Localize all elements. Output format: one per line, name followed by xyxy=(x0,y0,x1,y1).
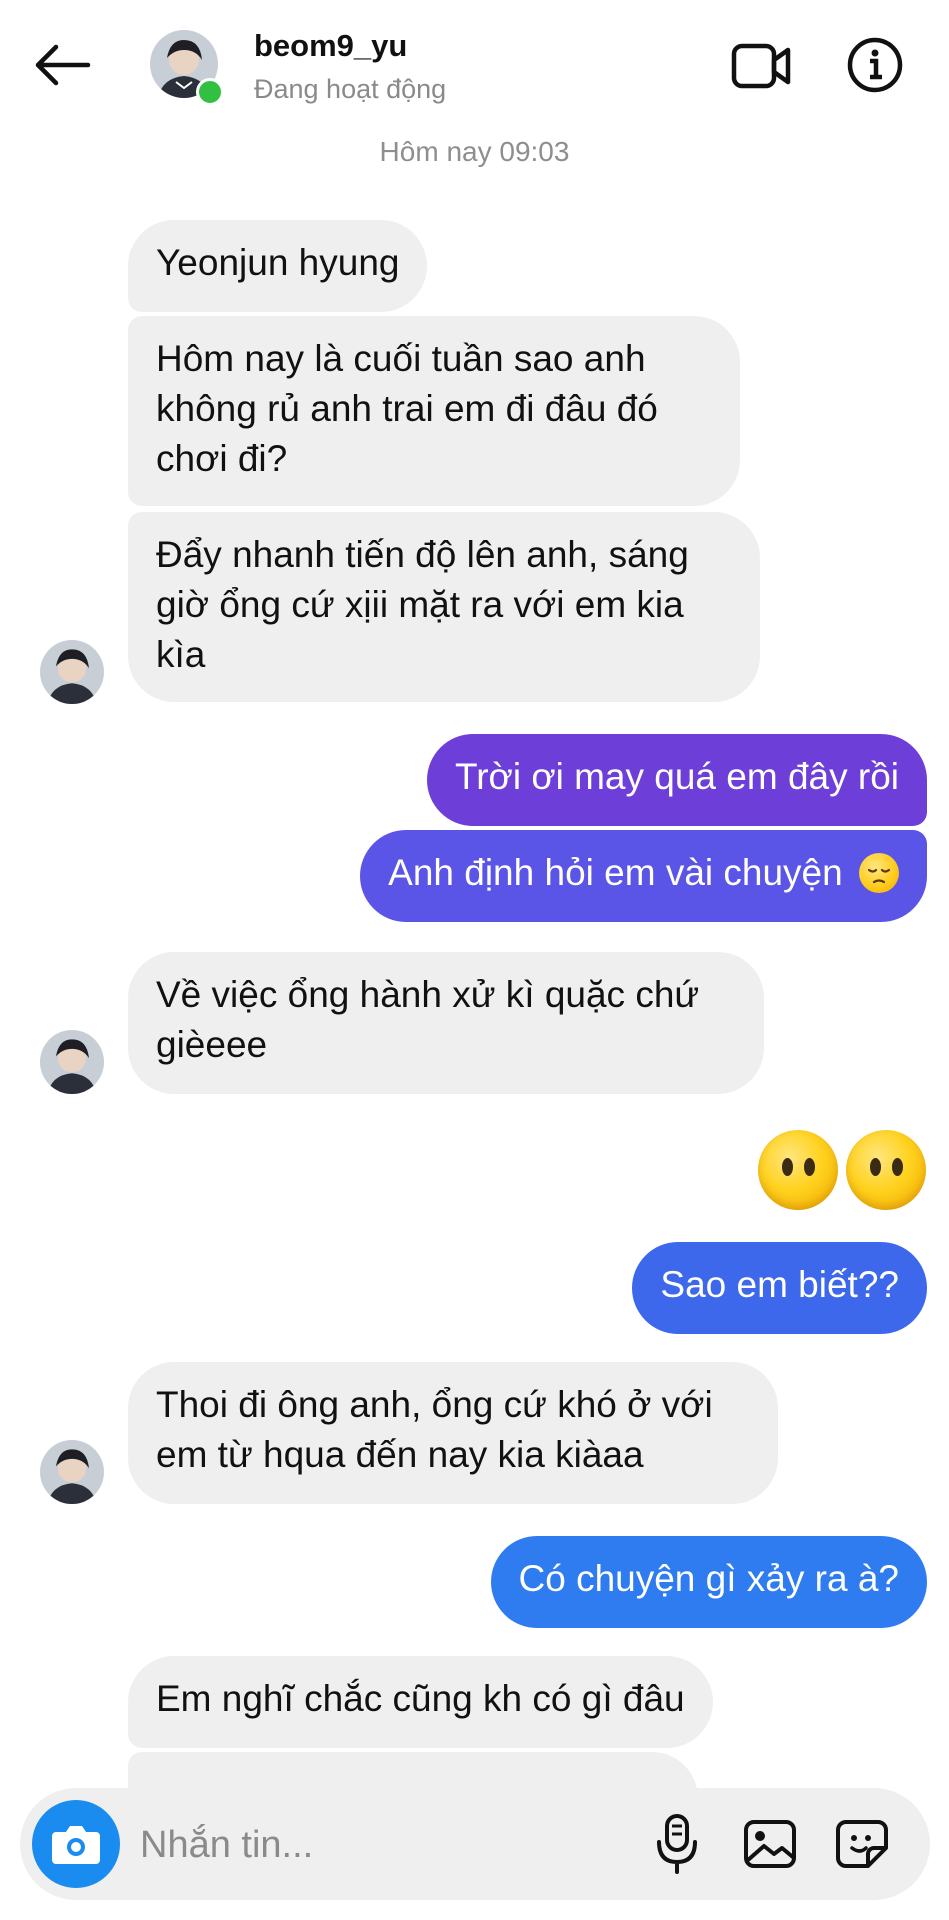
message-incoming[interactable]: Đẩy nhanh tiến độ lên anh, sáng giờ ổng … xyxy=(128,512,760,702)
message-incoming[interactable]: Thoi đi ông anh, ổng cứ khó ở với em từ … xyxy=(128,1362,778,1504)
message-line: gièeee xyxy=(156,1024,268,1065)
message-outgoing[interactable]: Trời ơi may quá em đây rồi xyxy=(427,734,927,826)
face-without-mouth-icon[interactable] xyxy=(846,1130,926,1210)
sender-avatar[interactable] xyxy=(40,640,104,704)
online-indicator xyxy=(196,78,224,106)
message-incoming[interactable]: Yeonjun hyung xyxy=(128,220,428,312)
camera-button[interactable] xyxy=(32,1800,120,1888)
message-text: Sao em biết?? xyxy=(660,1264,899,1305)
message-input[interactable] xyxy=(138,1812,622,1878)
message-line: Về việc ổng hành xử kì quặc chứ xyxy=(156,974,700,1015)
info-icon xyxy=(847,37,903,93)
message-line: kìa xyxy=(156,634,206,675)
gallery-button[interactable] xyxy=(738,1808,802,1880)
sender-avatar[interactable] xyxy=(40,1440,104,1504)
video-call-button[interactable] xyxy=(730,38,794,94)
message-line: Đẩy nhanh tiến độ lên anh, sáng xyxy=(156,534,689,575)
arrow-left-icon xyxy=(35,44,91,86)
message-line: chơi đi? xyxy=(156,438,288,479)
camera-icon xyxy=(52,1826,100,1864)
face-without-mouth-icon[interactable] xyxy=(758,1130,838,1210)
timestamp: Hôm nay 09:03 xyxy=(379,136,570,167)
microphone-button[interactable] xyxy=(645,1808,709,1880)
sticker-button[interactable] xyxy=(830,1808,894,1880)
sticker-icon xyxy=(836,1820,888,1868)
message-text: Em nghĩ chắc cũng kh có gì đâu xyxy=(156,1678,685,1719)
message-line: Hôm nay là cuối tuần sao anh xyxy=(156,338,646,379)
message-text: Yeonjun hyung xyxy=(156,242,400,283)
info-button[interactable] xyxy=(845,35,905,95)
message-outgoing[interactable]: Sao em biết?? xyxy=(632,1242,927,1334)
message-incoming[interactable]: Em nghĩ chắc cũng kh có gì đâu xyxy=(128,1656,713,1748)
message-line: em từ hqua đến nay kia kiàaa xyxy=(156,1434,644,1475)
video-call-icon xyxy=(731,43,791,89)
gallery-icon xyxy=(744,1820,796,1868)
message-line: Thoi đi ông anh, ổng cứ khó ở với xyxy=(156,1384,713,1425)
message-text: Anh định hỏi em vài chuyện xyxy=(388,852,843,893)
message-text: Có chuyện gì xảy ra à? xyxy=(518,1558,900,1599)
message-incoming[interactable]: Về việc ổng hành xử kì quặc chứ gièeee xyxy=(128,952,764,1094)
message-line: không rủ anh trai em đi đâu đó xyxy=(156,388,658,429)
microphone-icon xyxy=(657,1814,697,1874)
message-incoming[interactable]: Hôm nay là cuối tuần sao anh không rủ an… xyxy=(128,316,740,506)
message-line: giờ ổng cứ xịii mặt ra với em kia xyxy=(156,584,684,625)
message-text: Trời ơi may quá em đây rồi xyxy=(455,756,899,797)
sender-avatar[interactable] xyxy=(40,1030,104,1094)
message-outgoing[interactable]: Có chuyện gì xảy ra à? xyxy=(490,1536,927,1628)
pensive-face-icon xyxy=(859,853,899,893)
active-status: Đang hoạt động xyxy=(254,74,447,104)
chat-username[interactable]: beom9_yu xyxy=(254,28,407,64)
back-button[interactable] xyxy=(28,40,98,90)
message-outgoing[interactable]: Anh định hỏi em vài chuyện xyxy=(360,830,927,922)
